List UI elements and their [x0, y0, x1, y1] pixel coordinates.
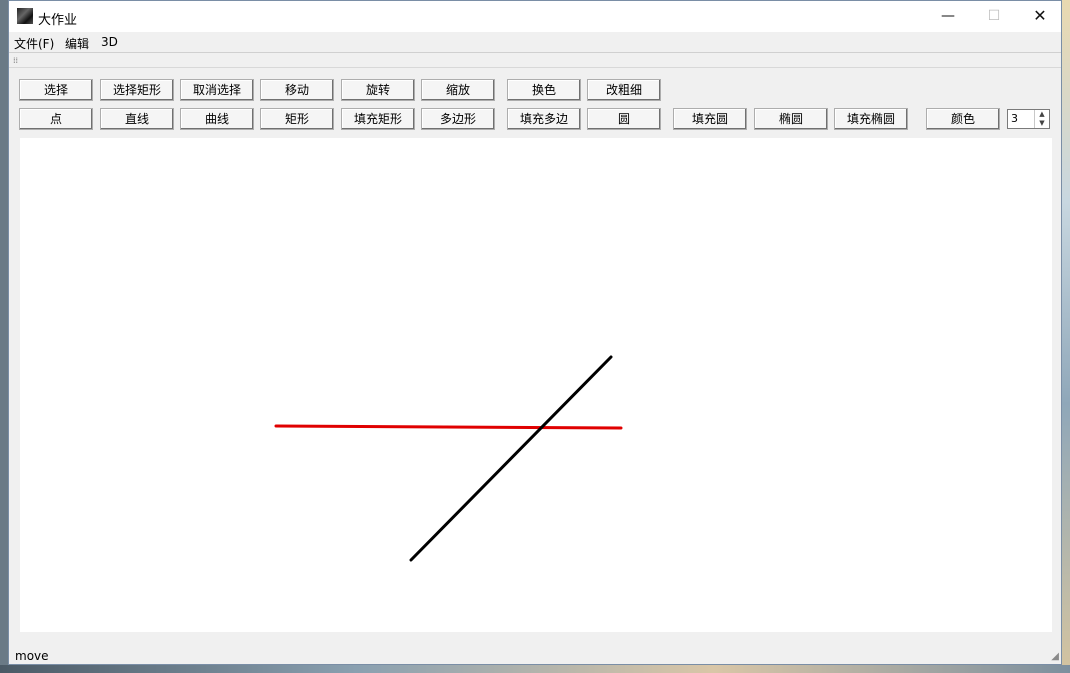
line-width-value[interactable]: 3 — [1011, 112, 1018, 125]
deselect-button[interactable]: 取消选择 — [180, 79, 254, 101]
fill-circle-tool-button[interactable]: 填充圆 — [673, 108, 747, 130]
red-line-shape[interactable] — [274, 424, 623, 430]
select-button[interactable]: 选择 — [19, 79, 93, 101]
rotate-button[interactable]: 旋转 — [341, 79, 415, 101]
fill-polygon-tool-button[interactable]: 填充多边 — [507, 108, 581, 130]
spinner-down-icon[interactable]: ▼ — [1035, 119, 1049, 128]
maximize-button[interactable]: ☐ — [971, 1, 1017, 31]
black-line-shape[interactable] — [409, 355, 613, 562]
app-icon — [17, 8, 33, 24]
ellipse-tool-button[interactable]: 椭圆 — [754, 108, 828, 130]
spinner-up-icon[interactable]: ▲ — [1035, 110, 1049, 119]
line-tool-button[interactable]: 直线 — [100, 108, 174, 130]
fill-rect-tool-button[interactable]: 填充矩形 — [341, 108, 415, 130]
menu-bar: 文件(F) 编辑 3D — [9, 32, 1061, 52]
resize-grip-icon[interactable]: ◢ — [1051, 651, 1059, 662]
menu-file[interactable]: 文件(F) — [14, 35, 54, 52]
move-button[interactable]: 移动 — [260, 79, 334, 101]
spinner-buttons: ▲ ▼ — [1034, 110, 1049, 128]
circle-tool-button[interactable]: 圆 — [587, 108, 661, 130]
desktop-background — [1062, 0, 1070, 673]
desktop-background-bottom — [0, 665, 1070, 673]
status-text: move — [15, 649, 49, 663]
menu-edit[interactable]: 编辑 — [65, 35, 89, 52]
drawing-canvas[interactable] — [20, 138, 1052, 632]
scale-button[interactable]: 缩放 — [421, 79, 495, 101]
close-button[interactable]: ✕ — [1017, 1, 1063, 31]
app-window: 大作业 — ☐ ✕ 文件(F) 编辑 3D ⁞⁞ 选择 选择矩形 取消选择 移动… — [8, 0, 1062, 665]
change-width-button[interactable]: 改粗细 — [587, 79, 661, 101]
color-button[interactable]: 颜色 — [926, 108, 1000, 130]
polygon-tool-button[interactable]: 多边形 — [421, 108, 495, 130]
toolbar-grip-icon[interactable]: ⁞⁞ — [13, 56, 18, 65]
line-width-spinner[interactable]: 3 ▲ ▼ — [1007, 109, 1050, 129]
select-rect-button[interactable]: 选择矩形 — [100, 79, 174, 101]
minimize-button[interactable]: — — [925, 1, 971, 31]
menu-3d[interactable]: 3D — [101, 35, 118, 49]
toolbar-divider — [9, 67, 1061, 68]
window-title: 大作业 — [38, 13, 78, 28]
title-bar[interactable]: 大作业 — ☐ ✕ — [9, 1, 1061, 32]
canvas-svg — [274, 355, 623, 562]
change-color-button[interactable]: 换色 — [507, 79, 581, 101]
rect-tool-button[interactable]: 矩形 — [260, 108, 334, 130]
menu-divider — [9, 52, 1061, 53]
point-tool-button[interactable]: 点 — [19, 108, 93, 130]
curve-tool-button[interactable]: 曲线 — [180, 108, 254, 130]
fill-ellipse-tool-button[interactable]: 填充椭圆 — [834, 108, 908, 130]
